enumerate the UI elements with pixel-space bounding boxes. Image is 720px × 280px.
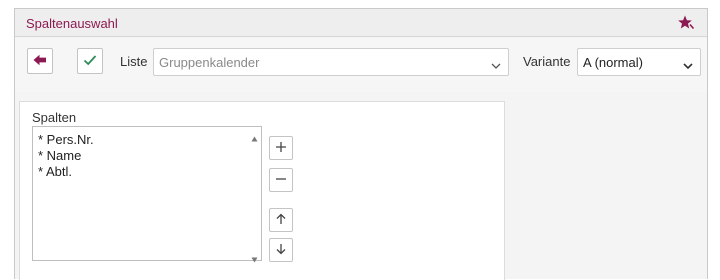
list-item[interactable]: * Abtl. [38, 164, 72, 179]
confirm-button[interactable] [77, 48, 103, 74]
arrow-down-icon [275, 243, 287, 258]
back-button[interactable] [27, 48, 53, 74]
arrow-left-icon [33, 54, 47, 69]
chevron-down-icon [683, 58, 693, 70]
title-bar: Spaltenauswahl [15, 9, 707, 37]
add-column-button[interactable] [269, 136, 293, 160]
pin-star-icon[interactable] [677, 14, 695, 32]
scroll-up-icon[interactable] [251, 130, 258, 142]
variant-label: Variante [523, 54, 571, 69]
variant-select-value: A (normal) [583, 55, 643, 70]
columns-listbox[interactable]: * Pers.Nr. * Name * Abtl. [32, 126, 262, 263]
columns-label: Spalten [32, 110, 77, 125]
plus-icon [275, 141, 287, 156]
arrow-up-icon [275, 213, 287, 228]
list-select[interactable]: Gruppenkalender [153, 48, 509, 76]
remove-column-button[interactable] [269, 168, 293, 192]
columns-panel: Spalten * Pers.Nr. * Name * Abtl. [19, 101, 505, 280]
list-select-value: Gruppenkalender [159, 55, 260, 70]
move-down-button[interactable] [269, 238, 293, 262]
list-label: Liste [120, 54, 148, 69]
checkmark-icon [83, 54, 97, 69]
list-item[interactable]: * Pers.Nr. [38, 132, 94, 147]
list-item[interactable]: * Name [38, 148, 81, 163]
chevron-down-icon [491, 58, 501, 69]
variant-select[interactable]: A (normal) [577, 48, 701, 76]
toolbar: Liste Gruppenkalender Variante A (normal… [15, 38, 707, 92]
move-up-button[interactable] [269, 208, 293, 232]
minus-icon [275, 173, 287, 188]
scroll-down-icon[interactable] [251, 251, 258, 263]
dialog-title: Spaltenauswahl [26, 16, 118, 31]
column-selection-dialog: Spaltenauswahl Liste Gruppenkalender Var… [14, 8, 708, 280]
